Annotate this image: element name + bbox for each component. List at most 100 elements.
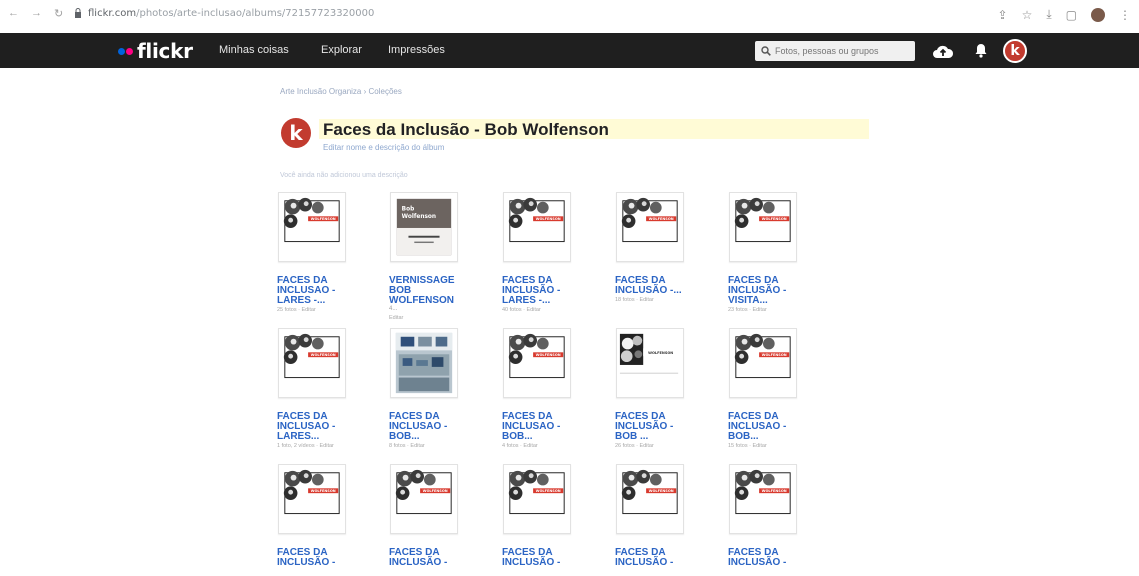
browser-actions: ⇪ ☆ ⤓ ▢ ⋮ (998, 7, 1131, 22)
flickr-logo[interactable]: flickr (118, 39, 193, 63)
album-thumbnail[interactable]: WOLFENSON (503, 192, 571, 262)
album-card[interactable]: WOLFENSON FACES DA INCLUSÃO - VISITA... 23 … (726, 192, 826, 328)
event-photo-icon (391, 329, 457, 397)
album-card-title[interactable]: FACES DA INCLUSAO - LARES... (277, 412, 373, 442)
album-card-meta[interactable]: 26 fotos · Editar (615, 443, 711, 449)
logo-text: flickr (137, 39, 193, 63)
album-card[interactable]: WOLFENSON FACES DA INCLUSÃO - (500, 464, 600, 576)
album-card[interactable]: WOLFENSON FACES DA INCLUSÃO - BOB ... 26 fo… (613, 328, 713, 464)
svg-text:WOLFENSON: WOLFENSON (648, 351, 673, 355)
album-thumbnail[interactable]: WOLFENSON (278, 464, 346, 534)
download-icon[interactable]: ⤓ (1046, 7, 1051, 22)
album-card-title[interactable]: FACES DA INCLUSÃO - VISITA... (728, 276, 824, 306)
album-card[interactable]: FACES DA INCLUSAO - BOB... 8 fotos · Editar (387, 328, 487, 464)
kebab-menu-icon[interactable]: ⋮ (1119, 8, 1131, 22)
album-card-title[interactable]: FACES DA INCLUSAO - LARES -... (277, 276, 373, 306)
album-card-title[interactable]: FACES DA INCLUSÃO - BOB ... (615, 412, 711, 442)
album-card[interactable]: WOLFENSON FACES DA INCLUSÃO - LARES -... 40… (500, 192, 600, 328)
nav-explorar[interactable]: Explorar (321, 44, 362, 56)
faces-thumbnail-icon: WOLFENSON (279, 193, 345, 261)
album-card-title-line: INCLUSÃO - (389, 557, 448, 568)
search-icon (761, 46, 771, 56)
upload-cloud-icon[interactable] (932, 43, 954, 59)
album-card-title[interactable]: FACES DA INCLUSÃO - (615, 548, 711, 568)
album-card[interactable]: WOLFENSON FACES DA INCLUSAO - BOB... 4 foto… (500, 328, 600, 464)
album-thumbnail[interactable]: WOLFENSON (729, 328, 797, 398)
album-thumbnail[interactable]: WOLFENSON (616, 192, 684, 262)
faces-thumbnail-icon: WOLFENSON (730, 193, 796, 261)
star-icon[interactable]: ☆ (1022, 8, 1033, 22)
album-thumbnail[interactable]: WOLFENSON (278, 192, 346, 262)
album-card-meta[interactable]: 15 fotos · Editar (728, 443, 824, 449)
svg-text:WOLFENSON: WOLFENSON (762, 353, 787, 357)
reload-icon[interactable]: ↻ (54, 7, 63, 20)
album-thumbnail[interactable]: WOLFENSON (729, 192, 797, 262)
faces-thumbnail-icon: WOLFENSON (279, 329, 345, 397)
album-card[interactable]: WOLFENSON FACES DA INCLUSÃO - (387, 464, 487, 576)
search-box[interactable] (755, 41, 915, 61)
album-card-title[interactable]: FACES DA INCLUSÃO - (389, 548, 485, 568)
album-thumbnail[interactable]: WOLFENSON (503, 464, 571, 534)
nav-impressoes[interactable]: Impressões (388, 44, 445, 56)
faces-thumbnail-icon: WOLFENSON (617, 193, 683, 261)
bell-icon[interactable] (975, 43, 987, 58)
album-thumbnail[interactable]: WOLFENSON (616, 464, 684, 534)
share-icon[interactable]: ⇪ (998, 8, 1008, 22)
album-subtitle[interactable]: Editar nome e descrição do álbum (323, 143, 444, 152)
search-input[interactable] (775, 46, 905, 56)
album-card-meta[interactable]: 8 fotos · Editar (389, 443, 485, 449)
album-card[interactable]: WOLFENSON FACES DA INCLUSÃO - (726, 464, 826, 576)
album-card[interactable]: Bob Wolfenson VERNISSAGE BOB WOLFENSON 4...… (387, 192, 487, 328)
album-title[interactable]: Faces da Inclusão - Bob Wolfenson (323, 120, 609, 140)
faces-thumbnail-icon: WOLFENSON (504, 193, 570, 261)
album-card[interactable]: WOLFENSON FACES DA INCLUSÃO - (275, 464, 375, 576)
album-card-title[interactable]: FACES DA INCLUSÃO - (502, 548, 598, 568)
album-card-title[interactable]: FACES DA INCLUSAO - BOB... (728, 412, 824, 442)
user-avatar[interactable]: k (1003, 39, 1027, 63)
back-icon[interactable]: ← (8, 7, 19, 20)
album-card-title[interactable]: FACES DA INCLUSÃO - (277, 548, 373, 568)
album-card-title[interactable]: FACES DA INCLUSÃO -... (615, 276, 711, 296)
browser-profile-icon[interactable] (1091, 7, 1105, 22)
album-thumbnail[interactable]: WOLFENSON (729, 464, 797, 534)
album-card-title[interactable]: VERNISSAGE BOB WOLFENSON 4... (389, 276, 485, 313)
album-card-title[interactable]: FACES DA INCLUSÃO - LARES -... (502, 276, 598, 306)
album-card[interactable]: WOLFENSON FACES DA INCLUSAO - BOB... 15 fot… (726, 328, 826, 464)
album-card-title[interactable]: FACES DA INCLUSAO - BOB... (389, 412, 485, 442)
nav-minhas-coisas[interactable]: Minhas coisas (219, 44, 289, 56)
album-thumbnail[interactable]: WOLFENSON (390, 464, 458, 534)
album-card-title-line: BOB ... (615, 431, 649, 442)
album-grid: WOLFENSON FACES DA INCLUSAO - LARES -... 25… (275, 192, 855, 576)
breadcrumb[interactable]: Arte Inclusão Organiza › Coleções (280, 87, 402, 96)
address-bar[interactable]: flickr.com/photos/arte-inclusao/albums/7… (88, 8, 374, 19)
album-card-title[interactable]: FACES DA INCLUSÃO - (728, 548, 824, 568)
faces-thumbnail-icon: WOLFENSON (617, 465, 683, 533)
url-path: /photos/arte-inclusao/albums/72157723320… (136, 8, 375, 19)
album-card-meta[interactable]: Editar (389, 315, 485, 321)
faces-thumbnail-icon: WOLFENSON (730, 329, 796, 397)
flickr-dots-icon (118, 47, 133, 55)
album-owner-avatar[interactable]: k (281, 118, 311, 148)
album-card[interactable]: WOLFENSON FACES DA INCLUSAO - LARES... 1 fo… (275, 328, 375, 464)
album-card-title-line: BOB... (502, 431, 533, 442)
album-card-meta[interactable]: 18 fotos · Editar (615, 297, 711, 303)
album-thumbnail[interactable] (390, 328, 458, 398)
album-card[interactable]: WOLFENSON FACES DA INCLUSAO - LARES -... 25… (275, 192, 375, 328)
album-thumbnail[interactable]: WOLFENSON (278, 328, 346, 398)
album-card-meta[interactable]: 23 fotos · Editar (728, 307, 824, 313)
avatar-letter: k (289, 121, 303, 145)
album-card-title[interactable]: FACES DA INCLUSAO - BOB... (502, 412, 598, 442)
album-thumbnail[interactable]: WOLFENSON (503, 328, 571, 398)
album-thumbnail[interactable]: WOLFENSON (616, 328, 684, 398)
album-card-title-line: LARES -... (502, 295, 551, 306)
forward-icon[interactable]: → (31, 7, 42, 20)
album-card-meta[interactable]: 4 fotos · Editar (502, 443, 598, 449)
album-card-meta[interactable]: 25 fotos · Editar (277, 307, 373, 313)
album-card[interactable]: WOLFENSON FACES DA INCLUSÃO - (613, 464, 713, 576)
album-thumbnail[interactable]: Bob Wolfenson (390, 192, 458, 262)
album-card[interactable]: WOLFENSON FACES DA INCLUSÃO -... 18 fotos … (613, 192, 713, 328)
sidebar-icon[interactable]: ▢ (1066, 8, 1077, 22)
album-card-meta[interactable]: 40 fotos · Editar (502, 307, 598, 313)
album-card-meta[interactable]: 1 foto, 2 vídeos · Editar (277, 443, 373, 449)
album-card-title-line: INCLUSÃO - (728, 557, 787, 568)
